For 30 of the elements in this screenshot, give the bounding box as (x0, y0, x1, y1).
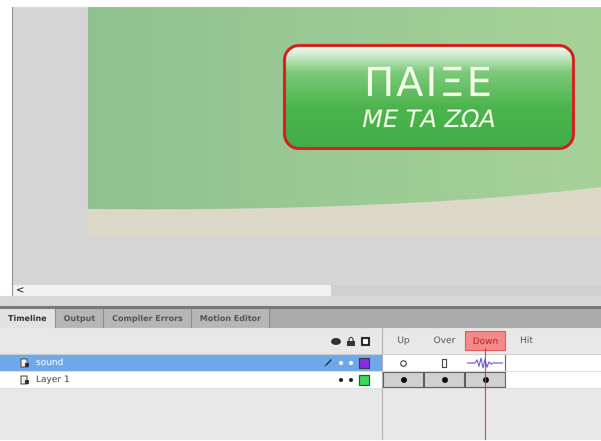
eye-icon[interactable] (331, 338, 341, 344)
layer-icon (20, 375, 30, 385)
layer-name: sound (36, 358, 64, 368)
visibility-dot-icon[interactable] (339, 361, 343, 365)
panel-splitter[interactable] (0, 296, 601, 309)
empty-keyframe-icon (400, 360, 407, 366)
frame-label[interactable]: Hit (506, 331, 547, 351)
layer-name: Layer 1 (36, 375, 71, 385)
frame-end-icon (442, 358, 447, 368)
layer-icon (20, 358, 30, 368)
outline-icon[interactable] (361, 336, 370, 346)
panel-tab[interactable]: Compiler Errors (104, 309, 192, 328)
lock-icon[interactable] (347, 336, 355, 346)
keyframe-icon (400, 377, 406, 383)
layer-color-swatch[interactable] (359, 374, 370, 386)
lock-dot-icon[interactable] (349, 361, 353, 365)
visibility-dot-icon[interactable] (339, 378, 343, 382)
keyframe-icon (442, 377, 448, 383)
layer-color-swatch[interactable] (359, 358, 370, 368)
frame-label[interactable]: Over (424, 331, 465, 351)
horizontal-scrollbar[interactable] (331, 285, 601, 296)
lock-dot-icon[interactable] (349, 378, 353, 382)
layer-row[interactable]: Layer 1 (0, 372, 382, 389)
panel-tab[interactable]: Motion Editor (192, 309, 270, 328)
waveform-icon (467, 357, 503, 369)
panel-tab[interactable]: Output (56, 309, 104, 328)
panel-tab[interactable]: Timeline (0, 309, 56, 328)
button-title: ΠΑΙΞΕ (364, 61, 494, 105)
frame-label[interactable]: Up (383, 331, 424, 351)
button-subtitle: ΜΕ ΤΑ ΖΩΑ (362, 105, 496, 133)
